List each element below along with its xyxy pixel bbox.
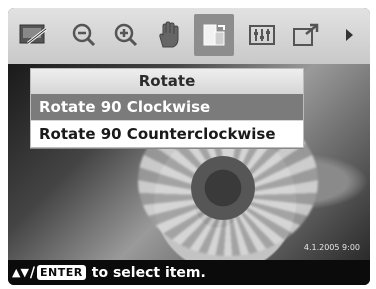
zoom-in-icon[interactable] (108, 16, 144, 54)
toolbar (8, 8, 370, 64)
enter-key-badge: ENTER (37, 265, 86, 280)
camera-screen: 4.1.2005 9:00 Rotate Rotate 90 Clockwise… (8, 8, 370, 285)
zoom-out-icon[interactable] (66, 16, 102, 54)
menu-title: Rotate (31, 69, 303, 93)
sunflower-center (191, 156, 255, 220)
status-separator: / (29, 264, 36, 281)
export-icon[interactable] (288, 16, 324, 54)
hand-pan-icon[interactable] (150, 16, 186, 54)
menu-item-rotate-counterclockwise[interactable]: Rotate 90 Counterclockwise (31, 120, 303, 147)
adjust-levels-icon[interactable] (244, 16, 280, 54)
up-down-arrows-icon: ▲▼ (12, 266, 29, 279)
more-right-arrow-icon[interactable] (334, 16, 364, 54)
rotate-icon[interactable] (194, 14, 234, 56)
status-bar: ▲▼ / ENTER to select item. (8, 260, 370, 285)
rotate-menu: Rotate Rotate 90 Clockwise Rotate 90 Cou… (30, 68, 304, 148)
status-instruction: to select item. (91, 264, 206, 281)
edit-icon[interactable] (16, 16, 52, 54)
menu-item-rotate-clockwise[interactable]: Rotate 90 Clockwise (31, 93, 303, 120)
photo-date-stamp: 4.1.2005 9:00 (303, 243, 360, 252)
